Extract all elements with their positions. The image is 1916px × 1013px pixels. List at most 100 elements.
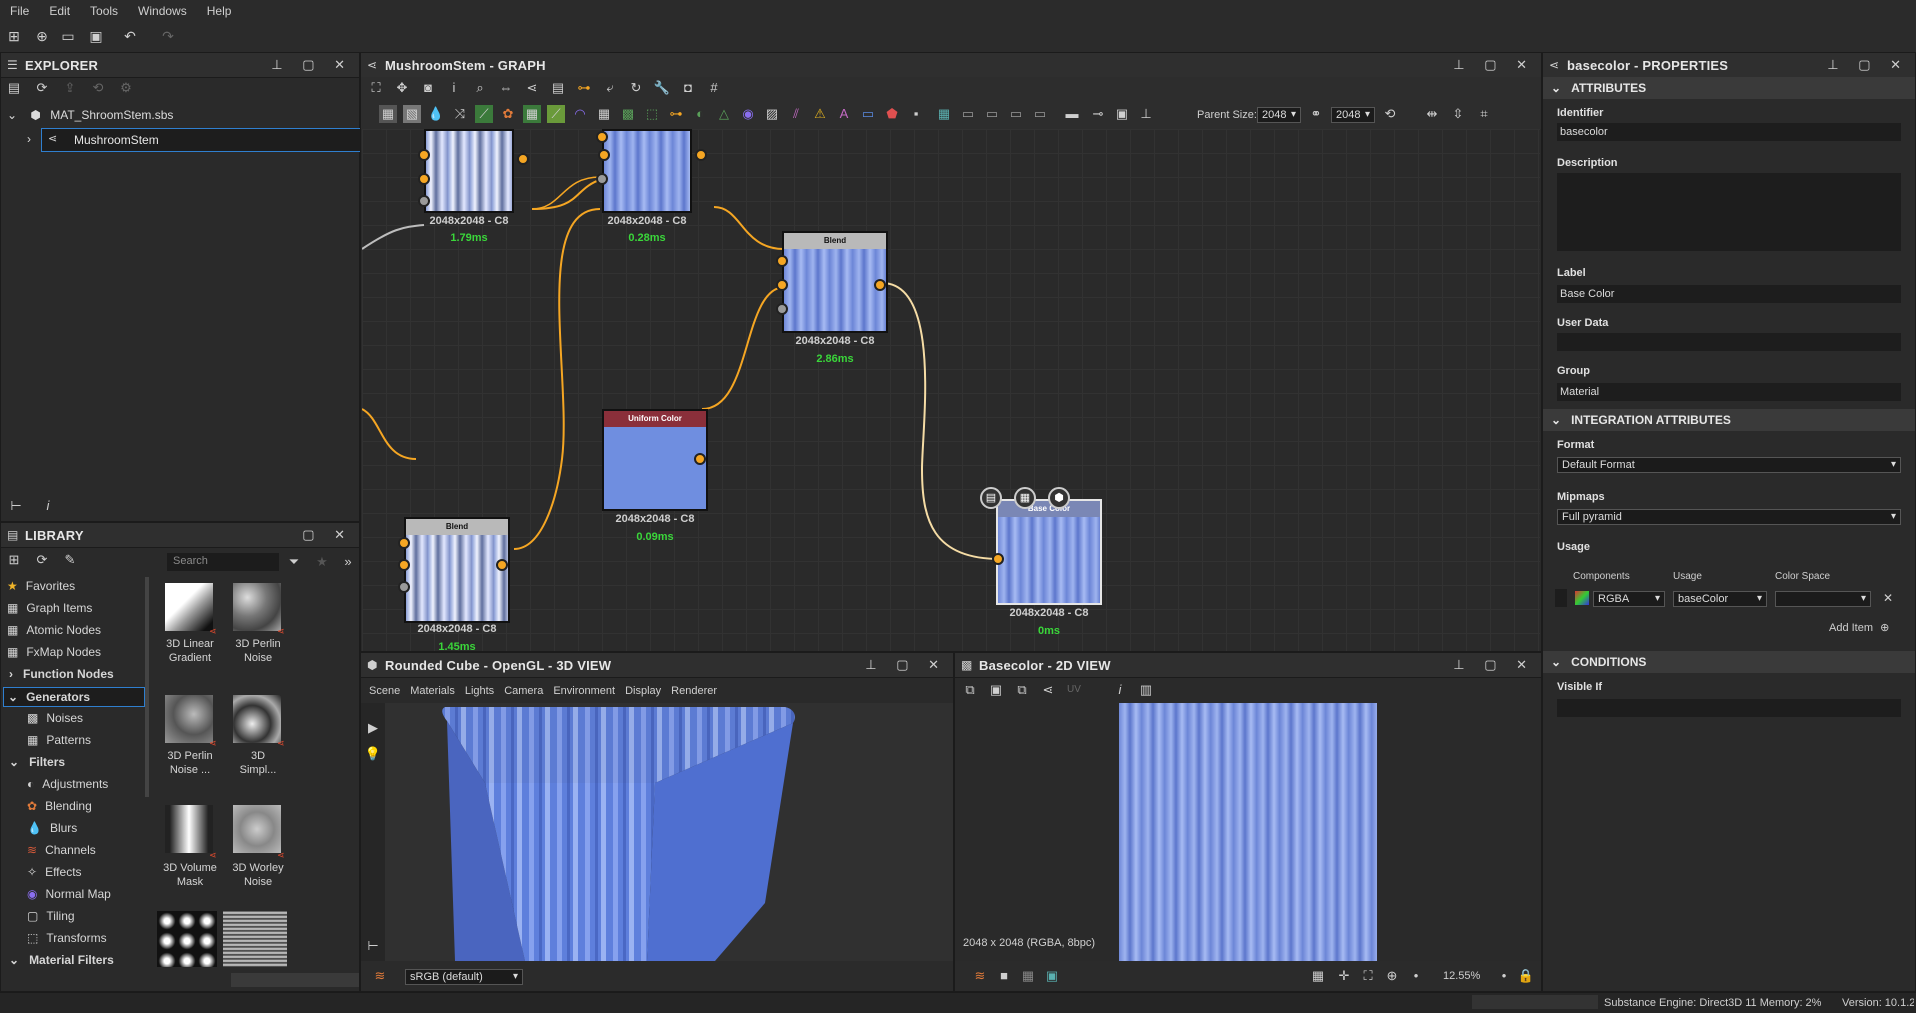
graph-node-blend-bottom[interactable]: Blend [404, 517, 510, 623]
library-add-icon[interactable]: ⊞ [5, 551, 23, 569]
table-icon[interactable]: ▤ [549, 79, 567, 97]
colorspace-dropdown[interactable]: sRGB (default) [405, 969, 523, 985]
package-row[interactable]: ⌄ ⬢ MAT_ShroomStem.sbs [7, 105, 173, 125]
node-port-in[interactable] [596, 131, 608, 143]
library-item-transforms[interactable]: ⬚ Transforms [27, 929, 107, 947]
camera-icon[interactable]: ▶ [364, 719, 382, 737]
library-search-input[interactable]: Search [167, 553, 279, 571]
axis-icon[interactable]: ⊢ [364, 937, 382, 955]
remove-item-icon[interactable]: ✕ [1883, 591, 1893, 605]
library-item-fxmap-nodes[interactable]: ▦ FxMap Nodes [7, 643, 101, 661]
settings-icon[interactable]: ⚙ [117, 79, 135, 97]
chevron-right-icon[interactable]: › [27, 132, 31, 146]
node-port-in[interactable] [598, 149, 610, 161]
node-distance-icon[interactable]: ▨ [763, 105, 781, 123]
new-graph-icon[interactable]: ⊕ [34, 28, 50, 44]
new-icon[interactable]: ▤ [5, 79, 23, 97]
node-transform-icon[interactable]: ⤨ [451, 105, 469, 123]
light-icon[interactable]: 💡 [364, 745, 382, 763]
dot-icon[interactable]: ⊥ [1137, 105, 1155, 123]
menu-edit[interactable]: Edit [39, 0, 80, 18]
zoom-dot-icon[interactable]: • [1407, 967, 1425, 985]
node-output3-icon[interactable]: ▭ [1007, 105, 1025, 123]
view3d-viewport[interactable] [385, 703, 953, 961]
thumb-3d-worley-noise[interactable] [233, 805, 281, 853]
node-emboss-icon[interactable]: △ [715, 105, 733, 123]
link-icon[interactable]: ⊶ [575, 79, 593, 97]
black-bg-icon[interactable]: ■ [995, 967, 1013, 985]
visible-if-field[interactable] [1557, 699, 1901, 717]
usage-dropdown[interactable]: baseColor [1673, 591, 1767, 607]
copy-icon[interactable]: ⧉ [961, 681, 979, 699]
reset-size-icon[interactable]: ⟲ [1381, 105, 1399, 123]
pick-icon[interactable]: ✛ [1335, 967, 1353, 985]
connect-icon[interactable]: ⤶ [601, 79, 619, 97]
library-item-adjustments[interactable]: ◐ Adjustments [27, 775, 108, 793]
view2d-viewport[interactable]: 2048 x 2048 (RGBA, 8bpc) [955, 703, 1541, 961]
info-icon[interactable]: i [1111, 681, 1129, 699]
usage-row-handle[interactable] [1555, 589, 1567, 607]
save-icon[interactable]: ▣ [987, 681, 1005, 699]
info-icon[interactable]: i [39, 497, 57, 515]
tree-view-icon[interactable]: ⊢ [7, 497, 25, 515]
node-port-in[interactable] [418, 173, 430, 185]
mipmaps-dropdown[interactable]: Full pyramid [1557, 509, 1901, 525]
graph-node-uniform-color[interactable]: Uniform Color [602, 409, 708, 511]
add-item-button[interactable]: Add Item ⊕ [1829, 621, 1889, 634]
align-icon[interactable]: ⇔ [497, 79, 515, 97]
pan-icon[interactable]: ✥ [393, 79, 411, 97]
histogram-icon[interactable]: ▥ [1137, 681, 1155, 699]
menu-tools[interactable]: Tools [80, 0, 128, 18]
library-item-blending[interactable]: ✿ Blending [27, 797, 92, 815]
library-header-buttons[interactable]: ▢ ✕ [302, 527, 353, 543]
library-item-generators[interactable]: ⌄ Generators [3, 687, 145, 707]
node-pixel-icon[interactable]: ▩ [619, 105, 637, 123]
library-item-filters[interactable]: ⌄ Filters [9, 753, 65, 771]
grid-view-icon[interactable]: ▦ [1309, 967, 1327, 985]
library-hscrollbar[interactable] [231, 973, 359, 987]
format-dropdown[interactable]: Default Format [1557, 457, 1901, 473]
graph-row-selected[interactable]: ⋖ MushroomStem [41, 128, 361, 152]
graph-node-base-color-output[interactable]: Base Color [996, 499, 1102, 605]
checker-icon[interactable]: ▦ [1019, 967, 1037, 985]
graph-row[interactable]: › [27, 129, 31, 149]
menu-file[interactable]: File [0, 0, 39, 18]
thumb-stripes[interactable] [223, 911, 287, 967]
view3d-menu-materials[interactable]: Materials [410, 685, 455, 697]
node-svg-icon[interactable]: ▧ [403, 105, 421, 123]
node-port-in[interactable] [398, 537, 410, 549]
node-bitmap-icon[interactable]: ▦ [379, 105, 397, 123]
node-fxmap-icon[interactable]: ▦ [595, 105, 613, 123]
search-icon[interactable]: ⌕ [471, 79, 489, 97]
link-size-icon[interactable]: ⚭ [1307, 105, 1325, 123]
userdata-field[interactable] [1557, 333, 1901, 351]
node-port-in[interactable] [776, 255, 788, 267]
graph-canvas[interactable]: 2048x2048 - C8 1.79ms 2048x2048 - C8 0.2… [362, 129, 1540, 651]
thumb-bubbles[interactable] [157, 911, 217, 967]
document-icon[interactable]: ▤ [980, 487, 1002, 509]
graph-node-blend-top[interactable]: Blend [782, 231, 888, 333]
align-h-icon[interactable]: ⇹ [1423, 105, 1441, 123]
channels-icon[interactable]: ▣ [1043, 967, 1061, 985]
save-icon[interactable]: ▣ [88, 28, 104, 44]
node-port-in[interactable] [398, 581, 410, 593]
undo-icon[interactable]: ↶ [122, 28, 138, 44]
node-input-icon[interactable]: ▦ [935, 105, 953, 123]
thumb-3d-perlin-noise[interactable] [233, 583, 281, 631]
node-blur-icon[interactable]: ◐ [691, 105, 709, 123]
node-port-out[interactable] [517, 153, 529, 165]
library-item-graph-items[interactable]: ▦ Graph Items [7, 599, 92, 617]
reload-icon[interactable]: ⟲ [89, 79, 107, 97]
thumb-3d-linear-gradient[interactable] [165, 583, 213, 631]
node-gradient-map-icon[interactable]: ⬟ [883, 105, 901, 123]
node-uniform-icon[interactable]: 💧 [427, 105, 445, 123]
library-tree-scrollbar[interactable] [145, 577, 149, 797]
thumb-3d-perlin-noise-2[interactable] [165, 695, 213, 743]
library-item-favorites[interactable]: ★ Favorites [7, 577, 75, 595]
parent-size-dropdown[interactable]: 2048 [1257, 107, 1301, 123]
view3d-menu-display[interactable]: Display [625, 685, 661, 697]
library-item-tiling[interactable]: ▢ Tiling [27, 907, 75, 925]
view-3d-icon[interactable]: ⬢ [1048, 487, 1070, 509]
library-item-function-nodes[interactable]: › Function Nodes [9, 665, 114, 683]
frame-small-icon[interactable]: ▣ [1113, 105, 1131, 123]
